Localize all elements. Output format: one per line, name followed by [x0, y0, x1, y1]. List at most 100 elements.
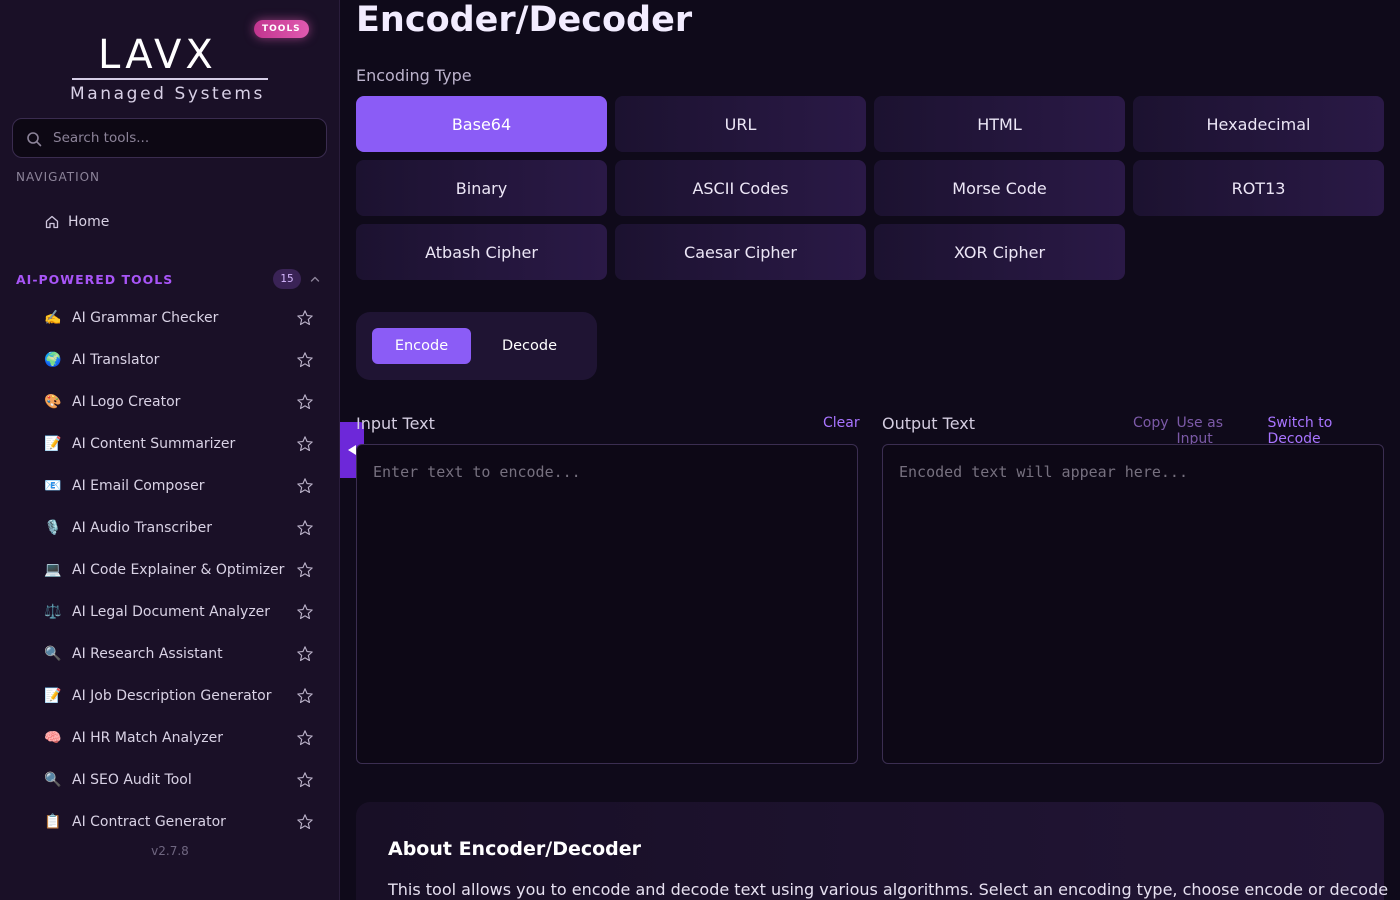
sidebar-item-label: AI HR Match Analyzer [72, 730, 223, 746]
star-icon[interactable] [296, 687, 314, 705]
encoding-option-hexadecimal[interactable]: Hexadecimal [1133, 96, 1384, 152]
copy-button[interactable]: Copy [1133, 415, 1169, 447]
about-section: About Encoder/Decoder This tool allows y… [356, 802, 1389, 900]
encode-mode-button[interactable]: Encode [372, 328, 471, 364]
encoding-option-xor-cipher[interactable]: XOR Cipher [874, 224, 1125, 280]
encoding-option-base64[interactable]: Base64 [356, 96, 607, 152]
mode-toggle: Encode Decode [356, 312, 597, 380]
encoding-option-ascii-codes[interactable]: ASCII Codes [615, 160, 866, 216]
sidebar-item-label: AI Grammar Checker [72, 310, 219, 326]
search-icon [27, 132, 42, 147]
star-icon[interactable] [296, 519, 314, 537]
sidebar-item-ai-contract-generator[interactable]: 📋 AI Contract Generator [30, 801, 330, 843]
sidebar-item-label: AI Logo Creator [72, 394, 181, 410]
sidebar-item-label: AI Legal Document Analyzer [72, 604, 271, 620]
sidebar-item-ai-content-summarizer[interactable]: 📝 AI Content Summarizer [30, 423, 330, 465]
encoding-option-rot13[interactable]: ROT13 [1133, 160, 1384, 216]
navigation-label: NAVIGATION [16, 170, 101, 184]
about-title: About Encoder/Decoder [388, 838, 642, 860]
pen-icon: ✍️ [44, 310, 62, 326]
ai-tools-section-label: AI-POWERED TOOLS [16, 271, 174, 287]
sidebar-item-ai-legal-document-analyzer[interactable]: ⚖️ AI Legal Document Analyzer [30, 591, 330, 633]
encoding-type-label: Encoding Type [356, 66, 472, 85]
logo-underline [72, 78, 268, 80]
star-icon[interactable] [296, 477, 314, 495]
page-title: Encoder/Decoder [356, 0, 693, 40]
decode-mode-button[interactable]: Decode [480, 328, 579, 364]
sidebar-item-ai-hr-match-analyzer[interactable]: 🧠 AI HR Match Analyzer [30, 717, 330, 759]
version-label: v2.7.8 [151, 844, 189, 858]
email-icon: 📧 [44, 478, 62, 494]
scales-icon: ⚖️ [44, 604, 62, 620]
use-as-input-button[interactable]: Use as Input [1177, 415, 1260, 447]
encoding-option-morse-code[interactable]: Morse Code [874, 160, 1125, 216]
tools-badge: TOOLS [254, 20, 309, 38]
search-input[interactable] [53, 119, 323, 157]
input-textarea[interactable] [356, 444, 858, 764]
search-box[interactable] [12, 118, 327, 158]
star-icon[interactable] [296, 351, 314, 369]
sidebar-item-label: AI Email Composer [72, 478, 205, 494]
star-icon[interactable] [296, 393, 314, 411]
star-icon[interactable] [296, 603, 314, 621]
clear-button[interactable]: Clear [823, 415, 860, 431]
magnifier-icon: 🔍 [44, 646, 62, 662]
sidebar-item-ai-job-description-generator[interactable]: 📝 AI Job Description Generator [30, 675, 330, 717]
output-actions: Copy Use as Input Switch to Decode [1133, 415, 1384, 447]
star-icon[interactable] [296, 771, 314, 789]
magnifier-icon: 🔍 [44, 772, 62, 788]
switch-to-decode-button[interactable]: Switch to Decode [1268, 415, 1385, 447]
input-actions: Clear [823, 415, 860, 431]
output-text-label: Output Text [882, 414, 976, 433]
star-icon[interactable] [296, 435, 314, 453]
sidebar-item-ai-translator[interactable]: 🌍 AI Translator [30, 339, 330, 381]
sidebar-item-label: AI Job Description Generator [72, 688, 272, 704]
brain-icon: 🧠 [44, 730, 62, 746]
sidebar-item-label: Home [68, 214, 110, 230]
sidebar-item-ai-logo-creator[interactable]: 🎨 AI Logo Creator [30, 381, 330, 423]
sidebar-item-ai-research-assistant[interactable]: 🔍 AI Research Assistant [30, 633, 330, 675]
palette-icon: 🎨 [44, 394, 62, 410]
sidebar-item-ai-seo-audit-tool[interactable]: 🔍 AI SEO Audit Tool [30, 759, 330, 801]
encoding-option-atbash-cipher[interactable]: Atbash Cipher [356, 224, 607, 280]
about-description: This tool allows you to encode and decod… [388, 880, 1389, 899]
memo-icon: 📝 [44, 688, 62, 704]
input-text-label: Input Text [356, 414, 435, 433]
encoding-option-binary[interactable]: Binary [356, 160, 607, 216]
star-icon[interactable] [296, 561, 314, 579]
sidebar-item-ai-email-composer[interactable]: 📧 AI Email Composer [30, 465, 330, 507]
encoding-option-html[interactable]: HTML [874, 96, 1125, 152]
logo-subtitle: Managed Systems [70, 84, 265, 104]
memo-icon: 📝 [44, 436, 62, 452]
sidebar-item-label: AI Content Summarizer [72, 436, 236, 452]
sidebar-item-label: AI Contract Generator [72, 814, 226, 830]
sidebar-item-ai-code-explainer[interactable]: 💻 AI Code Explainer & Optimizer [30, 549, 330, 591]
sidebar-item-ai-grammar-checker[interactable]: ✍️ AI Grammar Checker [30, 297, 330, 339]
ai-tools-list: ✍️ AI Grammar Checker 🌍 AI Translator 🎨 … [30, 297, 330, 843]
sidebar-item-label: AI SEO Audit Tool [72, 772, 192, 788]
sidebar-item-label: AI Audio Transcriber [72, 520, 212, 536]
microphone-icon: 🎙️ [44, 520, 62, 536]
logo-wordmark: LAVX [98, 32, 217, 78]
chevron-up-icon[interactable] [309, 273, 321, 285]
home-icon [45, 215, 59, 229]
globe-icon: 🌍 [44, 352, 62, 368]
star-icon[interactable] [296, 309, 314, 327]
star-icon[interactable] [296, 729, 314, 747]
ai-tools-count-badge: 15 [273, 269, 301, 289]
encoding-option-url[interactable]: URL [615, 96, 866, 152]
sidebar-item-label: AI Translator [72, 352, 160, 368]
sidebar: LAVX Managed Systems TOOLS NAVIGATION Ho… [0, 0, 340, 900]
sidebar-item-label: AI Research Assistant [72, 646, 223, 662]
laptop-icon: 💻 [44, 562, 62, 578]
ai-tools-section-header[interactable]: AI-POWERED TOOLS 15 [16, 268, 326, 290]
star-icon[interactable] [296, 813, 314, 831]
sidebar-item-home[interactable]: Home [30, 205, 320, 239]
output-textarea[interactable] [882, 444, 1384, 764]
clipboard-icon: 📋 [44, 814, 62, 830]
encoding-type-grid: Base64 URL HTML Hexadecimal Binary ASCII… [356, 96, 1384, 280]
star-icon[interactable] [296, 645, 314, 663]
encoding-option-caesar-cipher[interactable]: Caesar Cipher [615, 224, 866, 280]
app-root: LAVX Managed Systems TOOLS NAVIGATION Ho… [0, 0, 1400, 900]
sidebar-item-ai-audio-transcriber[interactable]: 🎙️ AI Audio Transcriber [30, 507, 330, 549]
